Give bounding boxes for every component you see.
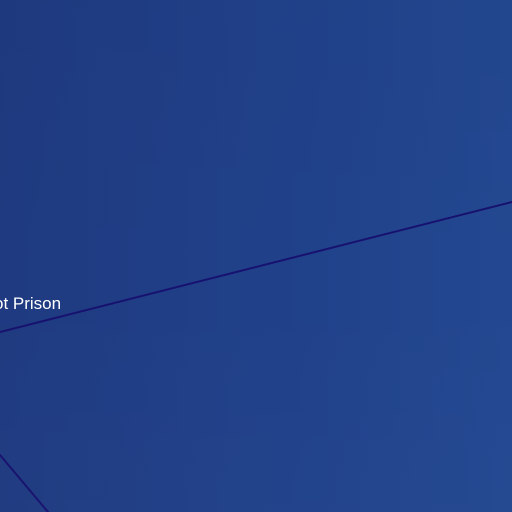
place-label: ot Prison — [0, 294, 62, 313]
road-line — [0, 454, 49, 512]
map-layer — [0, 201, 512, 512]
map-canvas[interactable]: ot Prison — [0, 0, 512, 512]
road-line — [0, 201, 512, 333]
